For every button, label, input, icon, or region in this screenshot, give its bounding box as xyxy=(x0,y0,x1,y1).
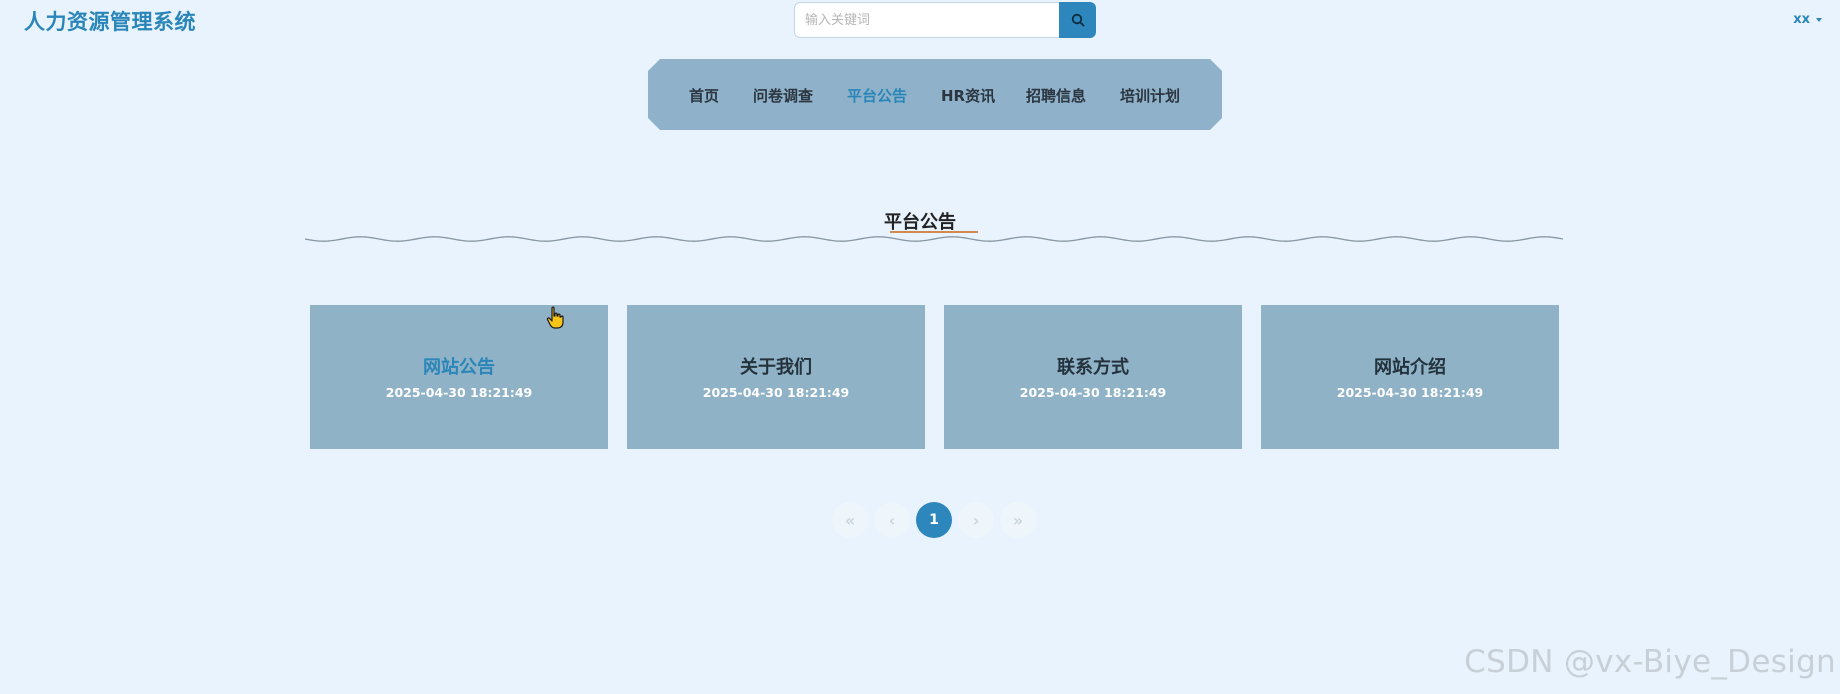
prev-page-button[interactable]: ‹ xyxy=(874,502,910,538)
caret-down-icon xyxy=(1816,17,1822,22)
search-bar xyxy=(794,2,1096,38)
notice-card[interactable]: 联系方式 2025-04-30 18:21:49 xyxy=(944,305,1242,449)
notice-card[interactable]: 网站介绍 2025-04-30 18:21:49 xyxy=(1261,305,1559,449)
nav-item-hr-news[interactable]: HR资讯 xyxy=(941,85,995,106)
card-title: 网站公告 xyxy=(423,357,495,378)
user-name: xx xyxy=(1793,12,1810,27)
pagination: « ‹ 1 › » xyxy=(832,502,1036,538)
current-page-button[interactable]: 1 xyxy=(916,502,952,538)
next-page-button[interactable]: › xyxy=(958,502,994,538)
card-title: 联系方式 xyxy=(1057,357,1129,378)
card-date: 2025-04-30 18:21:49 xyxy=(702,385,850,400)
nav-item-recruitment[interactable]: 招聘信息 xyxy=(1026,85,1086,106)
card-title: 关于我们 xyxy=(740,357,812,378)
nav-item-announcements[interactable]: 平台公告 xyxy=(847,85,907,106)
last-page-button[interactable]: » xyxy=(1000,502,1036,538)
user-menu[interactable]: xx xyxy=(1793,12,1822,27)
card-title: 网站介绍 xyxy=(1374,357,1446,378)
wave-divider xyxy=(305,236,1563,242)
watermark: CSDN @vx-Biye_Design xyxy=(1464,644,1836,680)
main-nav: 首页 问卷调查 平台公告 HR资讯 招聘信息 培训计划 xyxy=(648,59,1222,130)
search-button[interactable] xyxy=(1059,2,1096,38)
search-input[interactable] xyxy=(794,2,1059,38)
nav-item-survey[interactable]: 问卷调查 xyxy=(753,85,813,106)
first-page-button[interactable]: « xyxy=(832,502,868,538)
hand-pointer-cursor-icon xyxy=(546,306,564,329)
nav-item-home[interactable]: 首页 xyxy=(689,85,719,106)
card-date: 2025-04-30 18:21:49 xyxy=(1019,385,1167,400)
nav-item-training[interactable]: 培训计划 xyxy=(1120,85,1180,106)
notice-card[interactable]: 关于我们 2025-04-30 18:21:49 xyxy=(627,305,925,449)
card-date: 2025-04-30 18:21:49 xyxy=(385,385,533,400)
search-icon xyxy=(1071,13,1085,27)
card-date: 2025-04-30 18:21:49 xyxy=(1336,385,1484,400)
site-title[interactable]: 人力资源管理系统 xyxy=(24,6,196,36)
